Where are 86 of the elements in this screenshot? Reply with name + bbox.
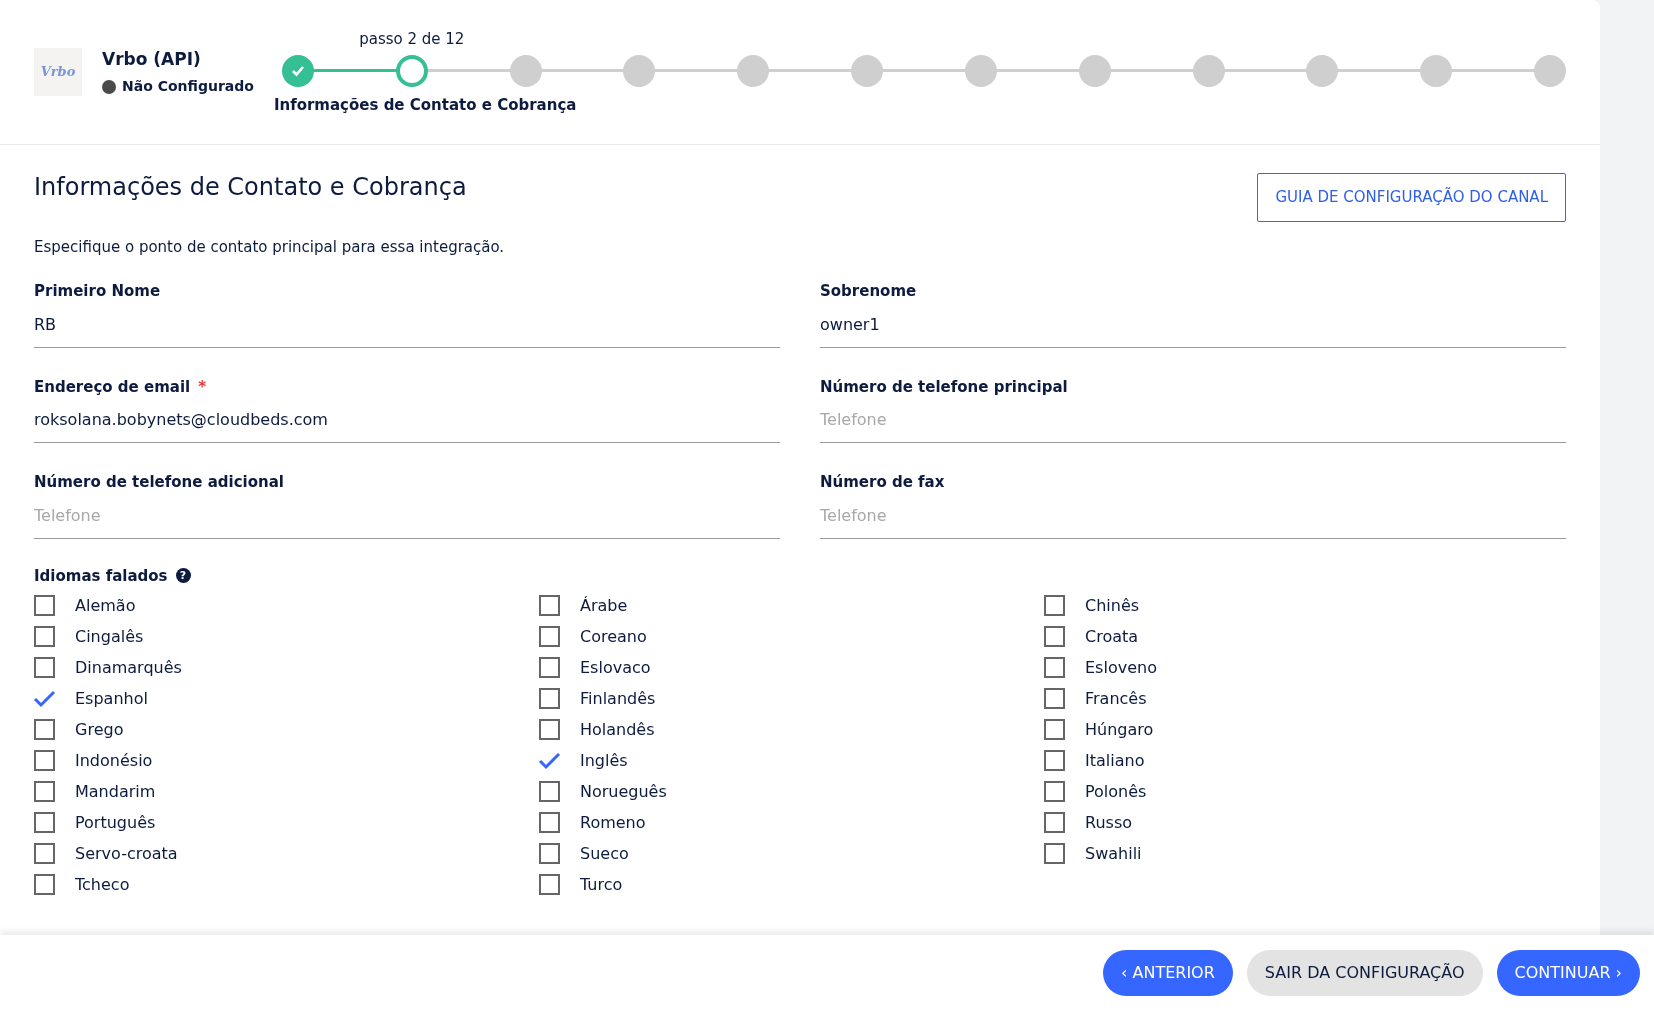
exit-setup-button[interactable]: SAIR DA CONFIGURAÇÃO: [1246, 949, 1483, 996]
field-label: Sobrenome: [820, 282, 917, 300]
checkbox-checked[interactable]: [539, 750, 560, 771]
language-label: Francês: [1085, 687, 1147, 710]
input-field[interactable]: owner1: [820, 308, 1566, 348]
checkbox[interactable]: [539, 595, 560, 616]
field-label: Número de telefone principal: [820, 377, 1068, 396]
checkbox[interactable]: [1044, 626, 1065, 647]
language-label: Swahili: [1085, 842, 1142, 865]
language-label: Húngaro: [1085, 718, 1154, 741]
check-icon: [290, 64, 305, 77]
language-label: Sueco: [580, 842, 629, 865]
channel-name: Vrbo (API): [102, 47, 202, 71]
language-label: Alemão: [75, 594, 136, 617]
checkbox[interactable]: [34, 719, 55, 740]
checkbox[interactable]: [1044, 843, 1065, 864]
checkbox[interactable]: [539, 843, 560, 864]
channel-logo: Vrbo: [34, 48, 82, 96]
checkbox[interactable]: [34, 595, 55, 616]
checkbox[interactable]: [34, 843, 55, 864]
checkbox[interactable]: [34, 626, 55, 647]
field-label: Primeiro Nome: [34, 282, 161, 300]
checkbox[interactable]: [34, 657, 55, 678]
checkbox[interactable]: [539, 812, 560, 833]
input-field[interactable]: Telefone: [820, 499, 1566, 539]
languages-label: Idiomas falados: [34, 565, 168, 587]
language-label: Tcheco: [75, 873, 130, 896]
current-step-title: Informações de Contato e Cobrança: [273, 94, 577, 116]
section-description: Especifique o ponto de contato principal para essa integração.: [34, 236, 506, 258]
language-label: Italiano: [1085, 749, 1145, 772]
language-label: Cingalês: [75, 625, 144, 648]
checkbox[interactable]: [539, 781, 560, 802]
checkbox[interactable]: [539, 688, 560, 709]
field-label: Número de telefone adicional: [34, 473, 284, 491]
language-label: Grego: [75, 718, 124, 741]
checkbox[interactable]: [1044, 688, 1065, 709]
back-button[interactable]: ‹ ANTERIOR: [1103, 949, 1233, 996]
checkbox[interactable]: [34, 750, 55, 771]
language-label: Indonésio: [75, 749, 153, 772]
checkbox-checked[interactable]: [34, 688, 55, 709]
language-label: Finlandês: [580, 687, 656, 710]
input-field[interactable]: RB: [34, 308, 780, 348]
checkbox[interactable]: [1044, 657, 1065, 678]
checkbox[interactable]: [539, 657, 560, 678]
language-label: Mandarim: [75, 780, 156, 803]
checkbox[interactable]: [1044, 750, 1065, 771]
section-title: Informações de Contato e Cobrança: [34, 173, 467, 202]
language-label: Norueguês: [580, 780, 667, 803]
checkbox[interactable]: [539, 626, 560, 647]
checkbox[interactable]: [34, 874, 55, 895]
help-icon[interactable]: ?: [175, 568, 191, 584]
language-label: Polonês: [1085, 780, 1147, 803]
input-field[interactable]: roksolana.bobynets@cloudbeds.com: [34, 404, 780, 443]
input-field[interactable]: Telefone: [34, 499, 780, 539]
field-label: Endereço de email: [34, 377, 191, 396]
language-label: Romeno: [580, 811, 646, 834]
step-counter: passo 2 de 12: [359, 28, 465, 50]
language-label: Turco: [580, 873, 623, 896]
checkbox[interactable]: [539, 874, 560, 895]
language-label: Português: [75, 811, 156, 834]
checkbox[interactable]: [1044, 595, 1065, 616]
language-label: Espanhol: [75, 687, 148, 710]
language-label: Servo-croata: [75, 842, 178, 865]
required-asterisk: *: [198, 377, 207, 396]
language-label: Russo: [1085, 811, 1132, 834]
checkbox[interactable]: [1044, 812, 1065, 833]
checkbox[interactable]: [1044, 719, 1065, 740]
checkbox[interactable]: [1044, 781, 1065, 802]
input-field[interactable]: Telefone: [820, 404, 1566, 443]
checkbox[interactable]: [539, 719, 560, 740]
language-label: Holandês: [580, 718, 655, 741]
language-label: Coreano: [580, 625, 647, 648]
language-label: Inglês: [580, 749, 628, 772]
language-label: Dinamarquês: [75, 656, 182, 679]
field-label: Número de fax: [820, 473, 945, 491]
language-label: Eslovaco: [580, 656, 651, 679]
channel-status: Não Configurado: [122, 77, 254, 97]
language-label: Esloveno: [1085, 656, 1157, 679]
continue-button[interactable]: CONTINUAR ›: [1496, 949, 1640, 996]
setup-guide-button[interactable]: GUIA DE CONFIGURAÇÃO DO CANAL: [1257, 173, 1566, 222]
language-label: Croata: [1085, 625, 1139, 648]
language-label: Árabe: [580, 594, 628, 617]
language-label: Chinês: [1085, 594, 1140, 617]
status-dot: [102, 79, 116, 94]
checkbox[interactable]: [34, 781, 55, 802]
checkbox[interactable]: [34, 812, 55, 833]
